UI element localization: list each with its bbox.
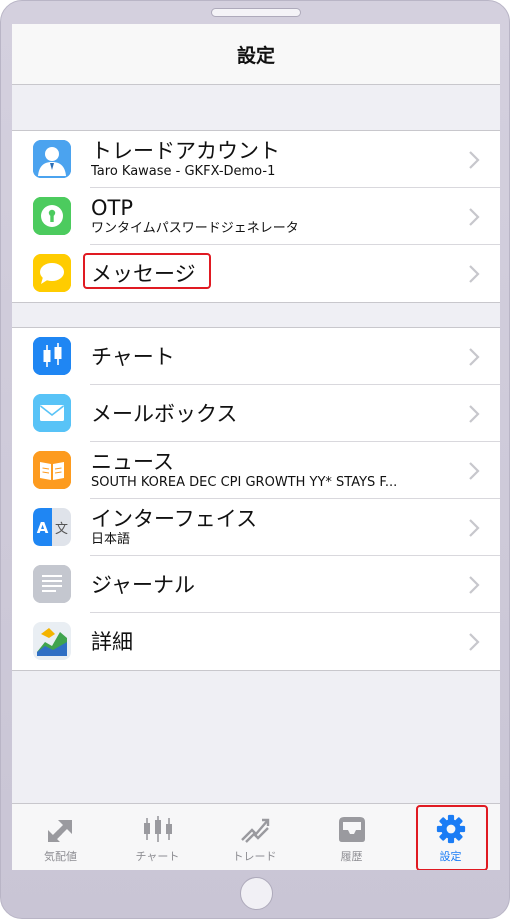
row-title: チャート: [91, 344, 175, 369]
settings-group-general: チャート メールボックス ニュース SOUTH KOREA DEC CPI GR…: [12, 327, 500, 671]
phone-speaker: [211, 8, 301, 17]
language-icon: A 文: [33, 508, 71, 546]
home-button[interactable]: [240, 877, 273, 910]
row-title: OTP: [91, 196, 134, 220]
chevron-right-icon: [469, 462, 480, 480]
tab-label: トレード: [232, 850, 277, 863]
tab-label: チャート: [135, 850, 180, 863]
row-title: 詳細: [91, 629, 133, 654]
row-news[interactable]: ニュース SOUTH KOREA DEC CPI GROWTH YY* STAY…: [12, 442, 500, 499]
chevron-right-icon: [469, 265, 480, 283]
tab-chart[interactable]: チャート: [109, 804, 206, 870]
row-subtitle: ワンタイムパスワードジェネレータ: [91, 221, 299, 236]
row-title: ジャーナル: [91, 572, 195, 597]
row-interface[interactable]: A 文 インターフェイス 日本語: [12, 499, 500, 556]
chevron-right-icon: [469, 348, 480, 366]
row-otp[interactable]: OTP ワンタイムパスワードジェネレータ: [12, 188, 500, 245]
row-title: メールボックス: [91, 401, 238, 426]
messages-highlight-box: [83, 253, 211, 289]
app-screen: 設定 トレードアカウント Taro Kawase - GKFX-Demo-1 O…: [12, 24, 500, 870]
row-subtitle: 日本語: [91, 532, 131, 547]
settings-tab-highlight-box: [416, 805, 488, 870]
quotes-arrows-icon: [47, 820, 72, 842]
row-title: ニュース: [91, 450, 174, 474]
row-messages[interactable]: メッセージ: [12, 245, 500, 302]
navigation-bar: 設定: [12, 24, 500, 85]
chevron-right-icon: [469, 576, 480, 594]
message-bubble-icon: [33, 254, 71, 292]
otp-key-icon: [33, 197, 71, 235]
chevron-right-icon: [469, 208, 480, 226]
chevron-right-icon: [469, 151, 480, 169]
row-trade-account[interactable]: トレードアカウント Taro Kawase - GKFX-Demo-1: [12, 131, 500, 188]
row-details[interactable]: 詳細: [12, 613, 500, 670]
phone-frame: 設定 トレードアカウント Taro Kawase - GKFX-Demo-1 O…: [0, 0, 510, 919]
row-subtitle: SOUTH KOREA DEC CPI GROWTH YY* STAYS F..…: [91, 475, 398, 490]
chevron-right-icon: [469, 633, 480, 651]
row-mailbox[interactable]: メールボックス: [12, 385, 500, 442]
page-title: 設定: [236, 44, 275, 67]
row-journal[interactable]: ジャーナル: [12, 556, 500, 613]
tab-label: 履歴: [340, 850, 363, 863]
tab-quotes[interactable]: 気配値: [12, 804, 109, 870]
svg-text:A: A: [37, 519, 49, 537]
chart-candles-icon: [143, 816, 172, 842]
row-subtitle: Taro Kawase - GKFX-Demo-1: [91, 164, 276, 179]
row-title: トレードアカウント: [91, 139, 280, 163]
history-tray-icon: [338, 817, 365, 842]
trade-trend-icon: [240, 818, 269, 843]
news-book-icon: [33, 451, 71, 489]
account-icon: [33, 140, 71, 178]
mail-envelope-icon: [33, 394, 71, 432]
svg-text:文: 文: [55, 522, 68, 537]
tab-history[interactable]: 履歴: [303, 804, 400, 870]
chevron-right-icon: [469, 405, 480, 423]
candlestick-chart-icon: [33, 337, 71, 375]
tab-bar: 気配値 チャート トレード 履歴 設定: [12, 803, 500, 870]
journal-lines-icon: [33, 565, 71, 603]
settings-group-account: トレードアカウント Taro Kawase - GKFX-Demo-1 OTP …: [12, 130, 500, 303]
tab-trade[interactable]: トレード: [206, 804, 303, 870]
tab-label: 気配値: [44, 850, 77, 863]
chevron-right-icon: [469, 519, 480, 537]
row-chart[interactable]: チャート: [12, 328, 500, 385]
row-title: インターフェイス: [91, 507, 258, 531]
metatrader-logo-icon: [33, 622, 71, 660]
